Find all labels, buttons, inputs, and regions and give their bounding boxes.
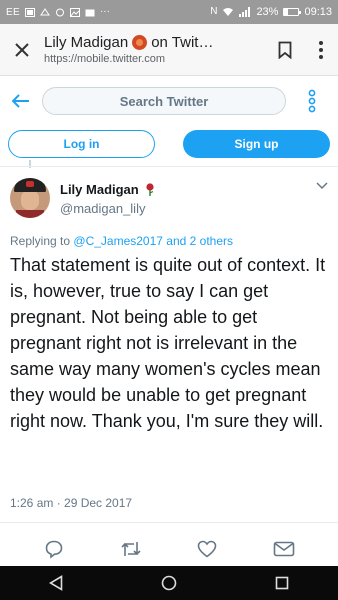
nav-home-button[interactable] [149, 568, 189, 598]
nfc-icon: N [210, 6, 218, 17]
sim-card-icon [24, 7, 35, 17]
avatar[interactable] [10, 178, 50, 218]
tweet-actions [0, 534, 338, 564]
avatar-cap-logo [26, 181, 34, 187]
clock: 09:13 [304, 6, 332, 18]
page-title-suffix: on Twit… [151, 34, 214, 51]
tweet-author-row: Lily Madigan @madigan_lily [10, 178, 332, 224]
log-in-button[interactable]: Log in [8, 130, 155, 158]
battery-percent: 23% [256, 6, 279, 18]
nav-recents-icon [275, 576, 288, 590]
tweet-divider [0, 522, 338, 523]
rose-icon [146, 182, 154, 196]
back-arrow-icon [12, 94, 29, 108]
twitter-header [0, 80, 338, 122]
close-tab-button[interactable] [0, 24, 44, 76]
overflow-menu-button[interactable] [286, 89, 338, 113]
like-button[interactable] [192, 534, 222, 564]
status-right-group: N 23% 09:13 [210, 6, 332, 18]
page-title: Lily Madigan on Twit… [44, 34, 266, 51]
nav-back-button[interactable] [36, 568, 76, 598]
replying-to: Replying to @C_James2017 and 2 others [10, 234, 233, 248]
notification-icon [40, 7, 50, 15]
page-title-name: Lily Madigan [44, 34, 129, 51]
photo-icon [85, 9, 95, 16]
sign-up-button[interactable]: Sign up [183, 130, 330, 158]
search-input[interactable] [42, 87, 286, 115]
user-handle: @madigan_lily [60, 201, 146, 216]
rose-badge-icon [132, 35, 148, 50]
overflow-dots-icon [308, 89, 316, 113]
image-icon [69, 7, 80, 17]
nav-home-icon [161, 575, 177, 591]
tweet-options-button[interactable] [312, 182, 332, 202]
status-bar: EE ··· N 23% 09:13 [0, 0, 338, 24]
display-name-text: Lily Madigan [60, 182, 139, 197]
wifi-icon [223, 8, 234, 16]
reply-button[interactable] [39, 534, 69, 564]
header-divider [0, 166, 338, 167]
tweet-text: That statement is quite out of context. … [10, 255, 326, 431]
display-name: Lily Madigan [60, 182, 155, 197]
more-vertical-icon [319, 40, 323, 59]
author-names[interactable]: Lily Madigan @madigan_lily [60, 178, 155, 224]
browser-toolbar: Lily Madigan on Twit… https://mobile.twi… [0, 24, 338, 76]
replying-to-link[interactable]: @C_James2017 and 2 others [73, 234, 233, 248]
address-block[interactable]: Lily Madigan on Twit… https://mobile.twi… [44, 34, 266, 65]
auth-buttons: Log in Sign up [8, 130, 330, 158]
envelope-icon [273, 541, 295, 557]
status-left-group: EE ··· [6, 7, 110, 18]
battery-level-fill [284, 9, 288, 15]
direct-message-button[interactable] [269, 534, 299, 564]
tweet-timestamp[interactable]: 1:26 am · 29 Dec 2017 [10, 496, 132, 510]
nav-recents-button[interactable] [262, 568, 302, 598]
replying-to-prefix: Replying to [10, 234, 71, 248]
nav-back-icon [49, 575, 63, 591]
signal-icon [239, 7, 251, 17]
system-nav-bar [0, 566, 338, 600]
reply-icon [45, 540, 63, 559]
avatar-shirt [16, 210, 44, 218]
browser-menu-button[interactable] [304, 40, 338, 59]
sync-icon [55, 8, 64, 16]
back-button[interactable] [0, 94, 42, 108]
bookmark-button[interactable] [266, 41, 304, 59]
battery-icon [283, 8, 302, 16]
bookmark-icon [278, 41, 292, 59]
avatar-face [21, 190, 39, 210]
carrier-label: EE [6, 6, 20, 18]
chevron-down-icon [316, 182, 328, 190]
heart-icon [197, 540, 217, 558]
retweet-button[interactable] [116, 534, 146, 564]
close-icon [15, 42, 29, 57]
retweet-icon [121, 542, 141, 556]
page-url: https://mobile.twitter.com [44, 53, 166, 65]
status-more-dots: ··· [99, 6, 110, 17]
